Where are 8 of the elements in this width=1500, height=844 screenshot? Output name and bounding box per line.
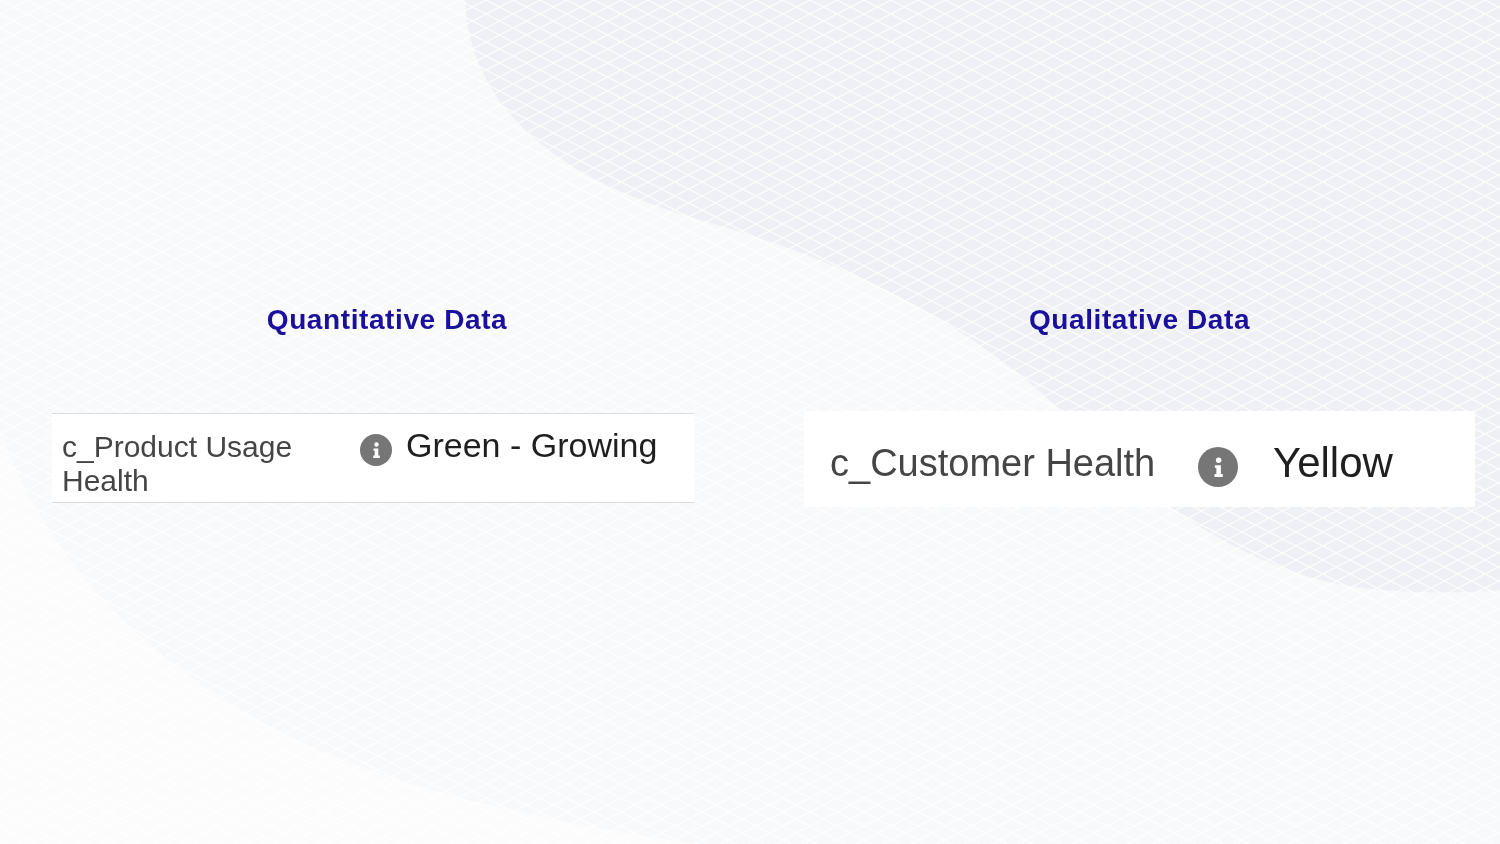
info-icon[interactable]	[360, 434, 392, 466]
section-heading: Quantitative Data	[265, 303, 509, 337]
info-icon[interactable]	[1198, 447, 1238, 487]
section-heading: Qualitative Data	[1027, 303, 1252, 337]
field-label: c_Product Usage Health	[62, 430, 294, 498]
field-value: Green - Growing	[406, 425, 658, 466]
field-label: c_Customer Health	[830, 441, 1157, 486]
field-value: Yellow	[1273, 438, 1393, 488]
